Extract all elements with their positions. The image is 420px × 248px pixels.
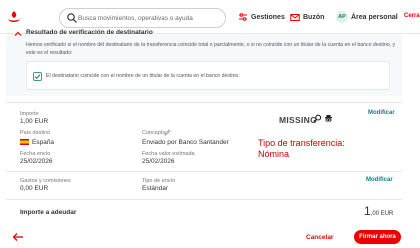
search-input[interactable] bbox=[78, 11, 223, 25]
tipo-envio-label: Tipo de envío bbox=[142, 178, 176, 184]
total-decimal: ,00 EUR bbox=[370, 211, 394, 217]
verification-result-box: El destinatario coincide con el nombre d… bbox=[26, 61, 390, 90]
gastos-value: 0,00 EUR bbox=[20, 185, 49, 192]
avatar: AP bbox=[336, 11, 348, 23]
importe-value: 1,00 EUR bbox=[20, 118, 49, 125]
divider bbox=[6, 171, 402, 172]
modify-send-type-link[interactable]: Modificar bbox=[366, 177, 393, 183]
fecha-envio-value: 25/02/2026 bbox=[20, 158, 53, 165]
pais-destino-label: País destino bbox=[20, 130, 51, 136]
back-arrow-icon[interactable] bbox=[12, 232, 24, 242]
santander-flame-icon[interactable] bbox=[6, 10, 22, 24]
cancel-button[interactable]: Cancelar bbox=[306, 234, 333, 241]
nav-buzon-label: Buzón bbox=[303, 13, 325, 21]
detective-icon bbox=[325, 115, 332, 122]
missing-annotation: MISSING bbox=[279, 115, 317, 125]
verification-description: Hemos verificado si el nombre del destin… bbox=[26, 42, 396, 56]
chevron-up-icon[interactable] bbox=[14, 30, 22, 38]
concepto-value: Enviado por Banco Santander bbox=[142, 139, 229, 146]
modify-amount-link[interactable]: Modificar bbox=[368, 110, 395, 116]
fecha-envio-label: Fecha envío bbox=[20, 151, 51, 157]
magnifier-icon bbox=[313, 114, 322, 123]
search-icon bbox=[67, 13, 77, 23]
total-label: Importe a adeudar bbox=[20, 209, 77, 216]
nav-area-personal[interactable]: AP Área personal bbox=[336, 10, 398, 24]
pencil-icon[interactable] bbox=[164, 129, 171, 136]
nav-gestiones-label: Gestiones bbox=[251, 13, 285, 21]
recipient-verification-panel: Resultado de verificación de destinatari… bbox=[6, 29, 402, 96]
pais-destino-value: España bbox=[32, 139, 55, 146]
missing-icons bbox=[313, 114, 333, 123]
logout-link[interactable]: Cerra bbox=[404, 13, 420, 19]
search-bar[interactable] bbox=[59, 8, 226, 28]
total-value: 1,00 EUR bbox=[364, 204, 393, 218]
fecha-valor-value: 25/02/2026 bbox=[142, 158, 175, 165]
sliders-icon bbox=[239, 13, 247, 21]
spain-flag-icon bbox=[20, 139, 29, 145]
nav-area-personal-label: Área personal bbox=[351, 13, 398, 21]
divider bbox=[6, 199, 402, 200]
sign-now-button[interactable]: Firmar ahora bbox=[354, 230, 401, 244]
total-integer: 1 bbox=[364, 204, 371, 218]
nav-buzon[interactable]: Buzón bbox=[290, 10, 324, 24]
importe-label: Importe bbox=[20, 111, 39, 117]
concepto-label: Concepto bbox=[142, 130, 166, 136]
checkmark-icon bbox=[34, 74, 41, 80]
nav-gestiones[interactable]: Gestiones bbox=[238, 10, 285, 24]
verification-result-text: El destinatario coincide con el nombre d… bbox=[46, 73, 240, 79]
mail-icon bbox=[290, 13, 300, 21]
divider bbox=[6, 102, 402, 103]
footer-actions: Cancelar Firmar ahora bbox=[0, 226, 420, 248]
gastos-label: Gastos y comisiones bbox=[20, 178, 71, 184]
verification-checkbox[interactable] bbox=[33, 72, 42, 81]
tipo-envio-value: Estándar bbox=[142, 185, 169, 192]
verification-title: Resultado de verificación de destinatari… bbox=[26, 29, 153, 36]
fecha-valor-label: Fecha valor estimada bbox=[142, 151, 195, 157]
transfer-type-annotation: Tipo de transferencia: Nómina bbox=[258, 138, 345, 159]
